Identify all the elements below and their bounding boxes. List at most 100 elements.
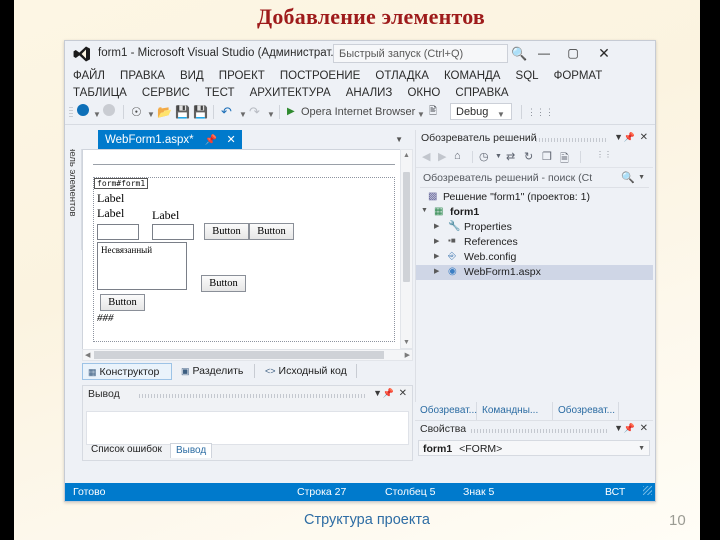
- output-text-area[interactable]: [86, 411, 409, 445]
- properties-object-selector[interactable]: form1 <FORM> ▼: [418, 440, 650, 456]
- new-project-dropdown-icon[interactable]: ▼: [147, 107, 155, 123]
- navigate-forward-icon[interactable]: [103, 104, 115, 120]
- undo-dropdown-icon[interactable]: ▼: [239, 107, 247, 123]
- menu-item-tools[interactable]: СЕРВИС: [142, 85, 190, 101]
- pin-icon[interactable]: 📌: [624, 132, 635, 143]
- designer-surface[interactable]: form#form1 Label Label Label Button Butt…: [82, 149, 402, 351]
- collapse-all-icon[interactable]: ❐: [542, 150, 552, 163]
- tree-item-webconfig[interactable]: ▶ ⎆ Web.config: [416, 250, 653, 265]
- scroll-down-icon[interactable]: ▼: [403, 339, 410, 346]
- menu-item-format[interactable]: ФОРМАТ: [554, 68, 603, 84]
- redo-dropdown-icon[interactable]: ▼: [267, 107, 275, 123]
- document-tab-webform1[interactable]: WebForm1.aspx* 📌 ✕: [98, 130, 242, 149]
- menu-item-table[interactable]: ТАБЛИЦА: [73, 85, 127, 101]
- open-file-icon[interactable]: 📂: [157, 104, 172, 120]
- search-icon[interactable]: 🔍: [621, 171, 635, 184]
- close-button[interactable]: ✕: [593, 44, 615, 62]
- design-label-3[interactable]: Label: [152, 208, 179, 223]
- designer-horizontal-scrollbar[interactable]: ◀ ▶: [82, 349, 413, 361]
- solution-explorer-search[interactable]: Обозреватель решений - поиск (Ct 🔍 ▼: [420, 170, 649, 188]
- chevron-down-icon[interactable]: ▼: [395, 135, 403, 144]
- menu-item-window[interactable]: ОКНО: [407, 85, 440, 101]
- menu-item-build[interactable]: ПОСТРОЕНИЕ: [280, 68, 360, 84]
- menu-item-sql[interactable]: SQL: [516, 68, 539, 84]
- design-button-4[interactable]: Button: [100, 294, 145, 311]
- toolbar-overflow-icon[interactable]: ⋮⋮: [596, 150, 612, 159]
- design-label-1[interactable]: Label: [97, 191, 124, 206]
- menu-item-architecture[interactable]: АРХИТЕКТУРА: [250, 85, 331, 101]
- pin-icon[interactable]: 📌: [624, 423, 635, 434]
- new-project-icon[interactable]: ☉: [131, 104, 142, 120]
- toolbar-overflow-icon[interactable]: ⋮⋮⋮: [527, 104, 554, 120]
- scroll-right-icon[interactable]: ▶: [405, 351, 410, 359]
- run-target-dropdown-icon[interactable]: ▼: [417, 107, 425, 123]
- twisty-expanded-icon[interactable]: ▼: [421, 207, 428, 214]
- scroll-left-icon[interactable]: ◀: [85, 351, 90, 359]
- designer-vertical-scrollbar[interactable]: ▲ ▼: [400, 149, 413, 349]
- close-icon[interactable]: ✕: [399, 388, 407, 399]
- pin-icon[interactable]: 📌: [383, 388, 394, 399]
- tab-output[interactable]: Вывод: [170, 443, 213, 458]
- start-debug-icon[interactable]: ▶: [287, 104, 295, 120]
- refresh-icon[interactable]: ↻: [524, 150, 533, 163]
- sync-with-active-document-icon[interactable]: ⇄: [506, 150, 515, 163]
- design-button-2[interactable]: Button: [249, 223, 294, 240]
- show-all-files-icon[interactable]: 🗎: [560, 150, 569, 169]
- browse-with-icon[interactable]: 🖹: [429, 104, 437, 120]
- navigate-forward-icon[interactable]: ▶: [438, 150, 446, 163]
- save-icon[interactable]: 💾: [175, 104, 190, 120]
- minimize-button[interactable]: —: [533, 44, 555, 62]
- twisty-collapsed-icon[interactable]: ▶: [434, 237, 439, 245]
- chevron-down-icon[interactable]: ▼: [614, 423, 623, 433]
- maximize-button[interactable]: ▢: [562, 44, 584, 62]
- navigate-back-icon[interactable]: ◀: [422, 150, 430, 163]
- close-icon[interactable]: ✕: [640, 132, 648, 143]
- resize-grip[interactable]: [643, 486, 652, 495]
- pane-drag-dots[interactable]: [536, 138, 607, 142]
- save-all-icon[interactable]: 💾: [193, 104, 208, 120]
- menu-item-analyze[interactable]: АНАЛИЗ: [346, 85, 393, 101]
- menu-item-debug[interactable]: ОТЛАДКА: [375, 68, 428, 84]
- tab-error-list[interactable]: Список ошибок: [86, 443, 167, 458]
- pane-drag-dots[interactable]: [139, 394, 366, 398]
- chevron-down-icon[interactable]: ▼: [495, 153, 502, 160]
- tree-item-project-form1[interactable]: ▼ ▦ form1: [416, 205, 653, 220]
- design-label-2[interactable]: Label: [97, 206, 124, 221]
- solution-config-dropdown-icon[interactable]: ▼: [497, 107, 505, 123]
- menu-item-test[interactable]: ТЕСТ: [205, 85, 235, 101]
- design-listbox[interactable]: Несвязанный: [97, 242, 187, 290]
- home-icon[interactable]: ⌂: [454, 150, 461, 162]
- tab-designer-view[interactable]: ▦ Конструктор: [82, 363, 172, 380]
- chevron-down-icon[interactable]: ▼: [638, 174, 645, 181]
- menu-item-edit[interactable]: ПРАВКА: [120, 68, 165, 84]
- scrollbar-thumb[interactable]: [94, 351, 384, 359]
- tab-team-explorer[interactable]: Командны...: [477, 402, 553, 420]
- close-icon[interactable]: ✕: [227, 134, 236, 146]
- design-textbox-1[interactable]: [97, 224, 139, 240]
- quick-launch-input[interactable]: Быстрый запуск (Ctrl+Q): [333, 44, 508, 63]
- tree-item-properties[interactable]: ▶ 🔧 Properties: [416, 220, 653, 235]
- tab-class-view[interactable]: Обозреват...: [553, 402, 619, 420]
- chevron-down-icon[interactable]: ▼: [638, 445, 645, 452]
- menu-item-help[interactable]: СПРАВКА: [455, 85, 508, 101]
- menu-item-file[interactable]: ФАЙЛ: [73, 68, 105, 84]
- redo-icon[interactable]: ↷: [249, 104, 260, 120]
- tree-item-webform1-aspx[interactable]: ▶ ◉ WebForm1.aspx: [416, 265, 653, 280]
- menu-item-view[interactable]: ВИД: [180, 68, 204, 84]
- navigate-back-dropdown-icon[interactable]: ▼: [93, 107, 101, 123]
- tab-split-view[interactable]: ▣ Разделить: [176, 363, 252, 380]
- design-button-1[interactable]: Button: [204, 223, 249, 240]
- tab-solution-explorer[interactable]: Обозреват...: [415, 402, 477, 420]
- chevron-down-icon[interactable]: ▼: [614, 132, 623, 142]
- scroll-up-icon[interactable]: ▲: [403, 152, 410, 159]
- tree-item-solution[interactable]: ▩ Решение "form1" (проектов: 1): [416, 190, 653, 205]
- close-icon[interactable]: ✕: [640, 423, 648, 434]
- twisty-collapsed-icon[interactable]: ▶: [434, 222, 439, 230]
- design-textbox-2[interactable]: [152, 224, 194, 240]
- scrollbar-thumb[interactable]: [403, 172, 410, 282]
- undo-icon[interactable]: ↶: [221, 104, 232, 120]
- twisty-collapsed-icon[interactable]: ▶: [434, 267, 439, 275]
- menu-item-project[interactable]: ПРОЕКТ: [219, 68, 265, 84]
- pending-changes-icon[interactable]: ◷: [479, 150, 489, 163]
- twisty-collapsed-icon[interactable]: ▶: [434, 252, 439, 260]
